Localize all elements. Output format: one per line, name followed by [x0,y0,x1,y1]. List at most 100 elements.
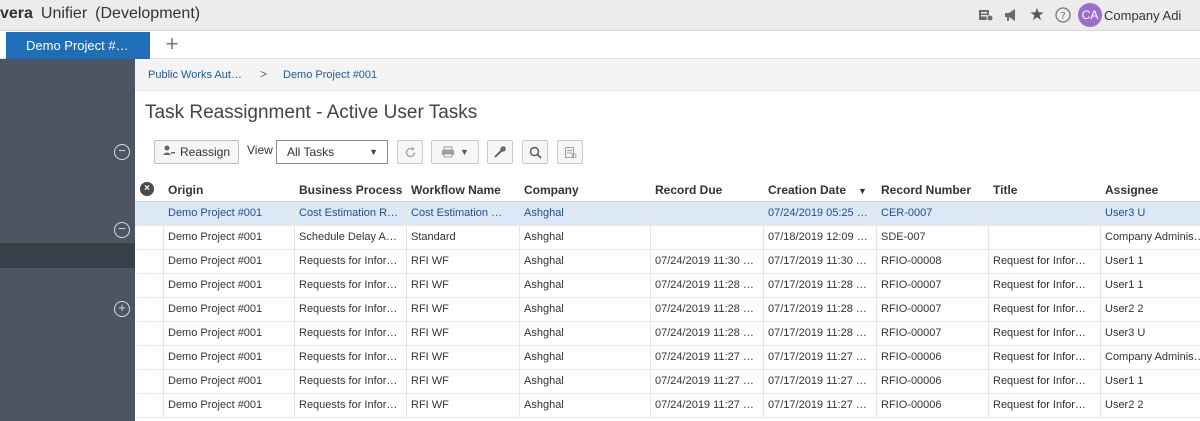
column-header-origin[interactable]: Origin [168,183,203,197]
cell-company: Ashghal [519,226,650,250]
table-row[interactable]: Demo Project #001 Cost Estimation R… Cost … [135,202,1200,226]
view-label: View [247,143,273,157]
cell-business-process: Requests for Infor… [294,250,406,274]
cell-origin: Demo Project #001 [163,322,294,346]
cell-title: Request for Infor… [988,394,1100,418]
column-header-company[interactable]: Company [524,183,579,197]
grid-body: Demo Project #001 Cost Estimation R… Cost … [135,202,1200,421]
cell-title: Request for Infor… [988,250,1100,274]
top-icons: ★ ? CA Company Adi [972,3,1181,27]
cell-creation-date: 07/17/2019 11:28 … [763,322,876,346]
column-header-title[interactable]: Title [993,183,1017,197]
table-row[interactable]: Demo Project #001 Requests for Infor… RFI … [135,298,1200,322]
cell-origin: Demo Project #001 [163,226,294,250]
row-selector[interactable] [135,202,163,226]
breadcrumb-item-public-works[interactable]: Public Works Aut… [148,69,242,81]
cell-creation-date: 07/17/2019 11:27 … [763,394,876,418]
table-row[interactable]: Demo Project #001 Requests for Infor… RFI … [135,346,1200,370]
cell-assignee: User2 2 [1100,394,1200,418]
avatar[interactable]: CA [1078,3,1102,27]
row-selector[interactable] [135,370,163,394]
cell-title: Request for Infor… [988,298,1100,322]
cell-title: Request for Infor… [988,322,1100,346]
cell-assignee: User1 1 [1100,370,1200,394]
row-selector[interactable] [135,274,163,298]
column-header-assignee[interactable]: Assignee [1105,183,1158,197]
cell-company: Ashghal [519,346,650,370]
row-selector[interactable] [135,250,163,274]
view-select[interactable]: All Tasks ▼ [276,140,388,164]
column-header-record-number[interactable]: Record Number [881,183,971,197]
cell-business-process: Requests for Infor… [294,322,406,346]
row-selector[interactable] [135,394,163,418]
row-selector[interactable] [135,226,163,250]
column-header-business-process[interactable]: Business Process [299,183,402,197]
collapse-icon[interactable]: − [114,222,130,238]
details-icon[interactable] [557,140,583,164]
cell-company: Ashghal [519,322,650,346]
cell-record-due: 07/24/2019 11:28 … [650,322,763,346]
view-selected-value: All Tasks [287,145,335,159]
news-icon[interactable] [972,3,998,27]
table-row[interactable]: Demo Project #001 Requests for Infor… RFI … [135,370,1200,394]
cell-workflow-name: RFI WF [406,370,519,394]
cell-company: Ashghal [519,370,650,394]
cell-origin: Demo Project #001 [163,250,294,274]
tab-demo-project[interactable]: Demo Project #… [6,32,150,59]
table-row[interactable]: Demo Project #001 Requests for Infor… RFI … [135,322,1200,346]
row-selector[interactable] [135,322,163,346]
table-row[interactable]: Demo Project #001 Requests for Infor… RFI … [135,274,1200,298]
cell-creation-date: 07/17/2019 11:27 … [763,346,876,370]
breadcrumb-separator: > [260,67,268,81]
cell-assignee: User1 1 [1100,274,1200,298]
chevron-down-icon: ▼ [460,147,469,157]
add-tab-button[interactable]: + [160,33,184,57]
cell-company: Ashghal [519,274,650,298]
table-row[interactable]: Demo Project #001 Requests for Infor… RFI … [135,250,1200,274]
cell-record-number: RFIO-00006 [876,370,988,394]
column-header-creation-date[interactable]: Creation Date [768,183,846,197]
top-bar: vera Unifier (Development) ★ ? CA Company … [0,0,1200,31]
cell-assignee: User1 1 [1100,250,1200,274]
cell-record-number: RFIO-00006 [876,394,988,418]
cell-title [988,226,1100,250]
app-brand[interactable]: vera Unifier (Development) [0,5,200,23]
cell-record-number: RFIO-00007 [876,322,988,346]
reassign-label: Reassign [179,145,231,159]
cell-workflow-name: RFI WF [406,346,519,370]
sidebar: − − + [0,59,135,421]
sidebar-selected-item[interactable] [0,243,135,268]
user-name[interactable]: Company Adi [1104,8,1181,23]
breadcrumb-item-demo-project[interactable]: Demo Project #001 [283,69,377,81]
megaphone-icon[interactable] [998,3,1024,27]
row-selector[interactable] [135,346,163,370]
print-button[interactable]: ▼ [431,140,479,164]
cell-assignee: Company Adminis… [1100,226,1200,250]
star-icon[interactable]: ★ [1024,3,1050,27]
tools-icon[interactable] [487,140,513,164]
cell-company: Ashghal [519,202,650,226]
table-row[interactable]: Demo Project #001 Requests for Infor… RFI … [135,394,1200,418]
cell-creation-date: 07/17/2019 11:28 … [763,298,876,322]
clear-filter-icon[interactable]: × [140,182,154,196]
cell-origin: Demo Project #001 [163,346,294,370]
collapse-icon[interactable]: − [114,144,130,160]
cell-company: Ashghal [519,394,650,418]
row-selector[interactable] [135,298,163,322]
table-row[interactable]: Demo Project #001 Schedule Delay A… Standa… [135,226,1200,250]
column-header-record-due[interactable]: Record Due [655,183,722,197]
brand-name: vera [0,5,33,22]
cell-business-process: Requests for Infor… [294,394,406,418]
cell-assignee: User3 U [1100,322,1200,346]
reassign-button[interactable]: Reassign [154,140,239,164]
refresh-icon[interactable] [397,140,423,164]
cell-business-process: Requests for Infor… [294,370,406,394]
search-icon[interactable] [522,140,548,164]
cell-company: Ashghal [519,298,650,322]
breadcrumb: Public Works Aut… > Demo Project #001 [135,59,1200,91]
column-header-workflow-name[interactable]: Workflow Name [411,183,501,197]
expand-icon[interactable]: + [114,301,130,317]
cell-workflow-name: RFI WF [406,298,519,322]
page-title: Task Reassignment - Active User Tasks [145,102,478,123]
help-icon[interactable]: ? [1050,3,1076,27]
